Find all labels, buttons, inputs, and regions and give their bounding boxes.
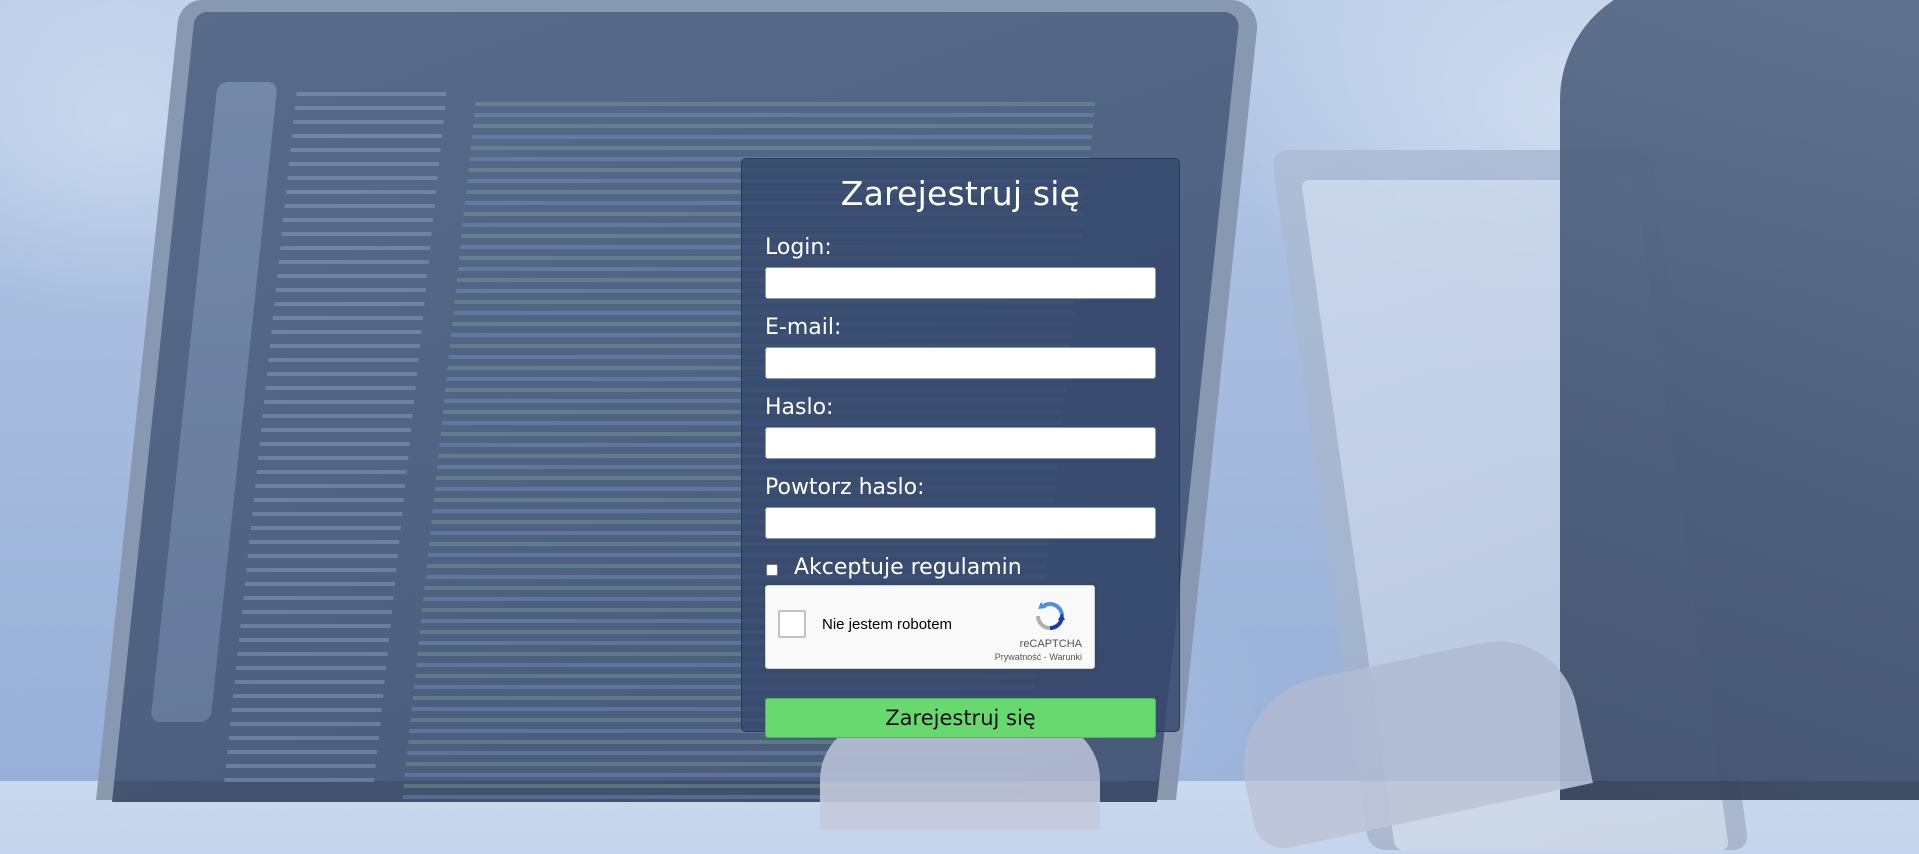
recaptcha-label: Nie jestem robotem xyxy=(822,616,953,633)
terms-checkbox[interactable] xyxy=(766,564,778,576)
recaptcha-brand: reCAPTCHA xyxy=(1019,638,1082,650)
terms-row: Akceptuje regulamin xyxy=(765,555,1156,581)
registration-form: Zarejestruj się Login: E-mail: Haslo: Po… xyxy=(741,158,1180,738)
recaptcha-terms-link[interactable]: Warunki xyxy=(1049,652,1082,662)
recaptcha-checkbox[interactable] xyxy=(778,610,806,638)
login-label: Login: xyxy=(765,235,832,260)
terms-label: Akceptuje regulamin xyxy=(794,555,1022,580)
register-button[interactable]: Zarejestruj się xyxy=(765,698,1156,738)
password-input[interactable] xyxy=(765,427,1156,459)
repeat-password-input[interactable] xyxy=(765,507,1156,539)
recaptcha-links: Prywatność - Warunki xyxy=(995,652,1082,662)
recaptcha-privacy-link[interactable]: Prywatność xyxy=(995,652,1042,662)
email-label: E-mail: xyxy=(765,315,842,340)
form-title: Zarejestruj się xyxy=(840,174,1081,213)
recaptcha-link-separator: - xyxy=(1043,652,1047,662)
repeat-password-label: Powtorz haslo: xyxy=(765,475,925,500)
recaptcha-logo-icon xyxy=(1036,602,1065,631)
password-label: Haslo: xyxy=(765,395,834,420)
login-input[interactable] xyxy=(765,267,1156,299)
recaptcha-widget: Nie jestem robotem reCAPTCHA Prywatność … xyxy=(765,585,1095,669)
email-input[interactable] xyxy=(765,347,1156,379)
